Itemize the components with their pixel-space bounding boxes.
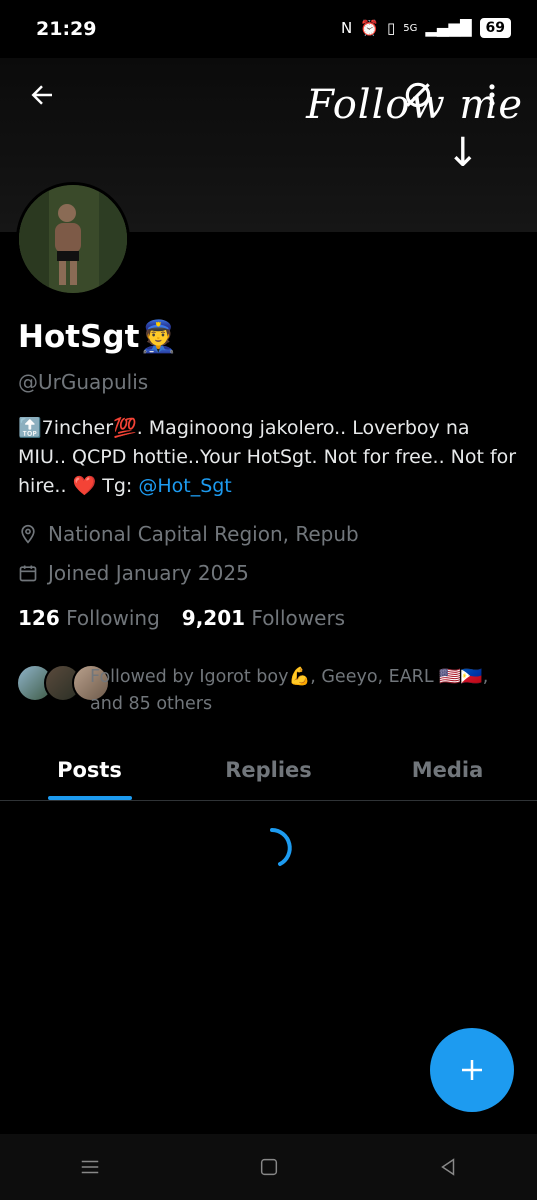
- alarm-icon: ⏰: [360, 19, 379, 37]
- followers-count: 9,201: [181, 606, 246, 630]
- compose-button[interactable]: [430, 1028, 514, 1112]
- joined-row: Joined January 2025: [18, 561, 249, 585]
- police-emoji: 👮: [139, 319, 179, 355]
- bio-link[interactable]: @Hot_Sgt: [138, 475, 231, 497]
- tab-label: Posts: [57, 758, 122, 782]
- avatar-figure: [19, 185, 127, 293]
- tab-label: Media: [411, 758, 484, 782]
- plus-icon: [462, 1060, 482, 1080]
- home-icon[interactable]: [258, 1156, 280, 1178]
- following-label: Following: [66, 606, 160, 630]
- location-row: National Capital Region, Repub: [18, 522, 359, 546]
- status-icons: N ⏰ ▯ 5G ▂▄▆█ 69: [341, 18, 511, 38]
- calendar-icon: [19, 565, 37, 582]
- display-name: HotSgt👮: [18, 318, 178, 355]
- profile-tabs: Posts Replies Media: [0, 740, 537, 801]
- battery-icon: 69: [479, 18, 511, 38]
- avatar[interactable]: [16, 182, 130, 296]
- followers-label: Followers: [251, 606, 346, 630]
- follow-counts: 126 Following 9,201 Followers: [18, 606, 345, 630]
- network-label: 5G: [403, 22, 418, 34]
- bio-text: 🔝7incher💯. Maginoong jakolero.. Loverboy…: [18, 417, 517, 497]
- more-button[interactable]: [468, 71, 516, 119]
- display-name-text: HotSgt: [18, 319, 140, 355]
- banner-arrow: ↓: [446, 130, 480, 176]
- following-link[interactable]: 126 Following: [18, 606, 160, 630]
- back-button[interactable]: [18, 71, 66, 119]
- signal-icon: ▂▄▆█: [425, 19, 472, 37]
- slashed-circle-icon: [405, 82, 431, 108]
- system-nav-bar: [0, 1134, 537, 1200]
- status-time: 21:29: [36, 18, 97, 40]
- location-text: National Capital Region, Repub: [48, 522, 359, 546]
- vibrate-icon: ▯: [386, 19, 396, 37]
- more-vertical-icon: [489, 84, 495, 106]
- bio: 🔝7incher💯. Maginoong jakolero.. Loverboy…: [18, 414, 523, 501]
- loading-spinner-icon: [270, 828, 292, 866]
- username: @UrGuapulis: [18, 370, 149, 394]
- followed-by-text[interactable]: Followed by Igorot boy💪, Geeyo, EARL 🇺🇸🇵…: [90, 664, 515, 718]
- follower-avatars[interactable]: [16, 664, 110, 702]
- nfc-icon: N: [341, 19, 353, 37]
- joined-text: Joined January 2025: [48, 561, 249, 585]
- recent-apps-icon[interactable]: [79, 1156, 101, 1178]
- tab-media[interactable]: Media: [358, 740, 537, 800]
- tab-posts[interactable]: Posts: [0, 740, 179, 800]
- tab-replies[interactable]: Replies: [179, 740, 358, 800]
- back-nav-icon[interactable]: [437, 1156, 459, 1178]
- arrow-left-icon: [31, 85, 52, 105]
- following-count: 126: [18, 606, 60, 630]
- active-tab-indicator: [47, 796, 132, 800]
- grok-button[interactable]: [394, 71, 442, 119]
- tab-label: Replies: [225, 758, 312, 782]
- followers-link[interactable]: 9,201 Followers: [182, 606, 345, 630]
- location-pin-icon: [21, 524, 35, 544]
